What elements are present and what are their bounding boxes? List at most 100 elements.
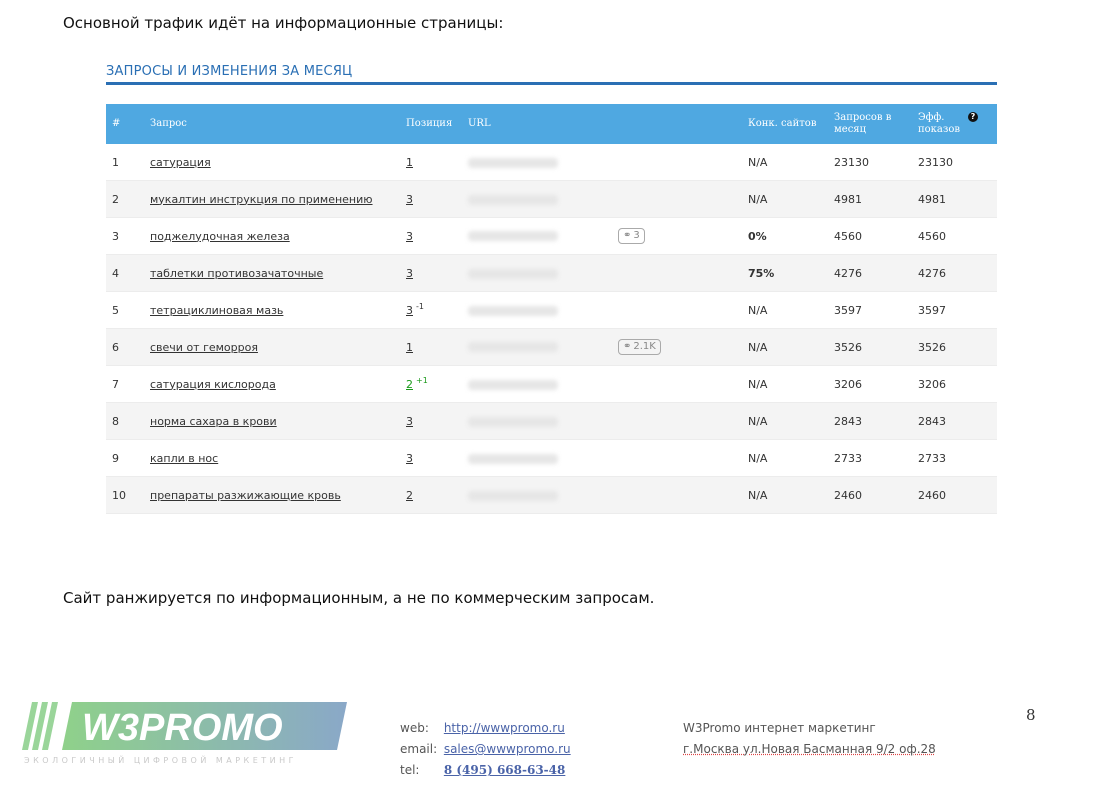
email-line: email: sales@wwwpromo.ru — [400, 739, 571, 760]
url-redacted — [468, 416, 558, 427]
logo-wordmark: W3PROMO — [82, 707, 283, 749]
position-cell: 3 — [400, 180, 462, 218]
query-link[interactable]: мукалтин инструкция по применению — [150, 193, 373, 206]
query-link[interactable]: сатурация кислорода — [150, 378, 276, 391]
requests-cell: 4560 — [828, 217, 912, 255]
impressions-cell: 2460 — [912, 476, 997, 514]
position-link[interactable]: 3 — [406, 267, 413, 280]
table-row: 9 капли в нос 3 N/A 2733 2733 — [106, 439, 997, 477]
links-badge[interactable]: ⚭ 2.1K — [618, 339, 661, 355]
col-header-position[interactable]: Позиция — [400, 104, 462, 144]
position-link[interactable]: 3 — [406, 452, 413, 465]
page-number: 8 — [1026, 706, 1036, 724]
competitors-cell: N/A — [742, 365, 828, 403]
query-link[interactable]: сатурация — [150, 156, 211, 169]
links-count: 3 — [633, 230, 640, 241]
email-link[interactable]: sales@wwwpromo.ru — [444, 742, 571, 756]
col-header-impressions-label: Эфф. показов — [918, 112, 961, 135]
query-link[interactable]: поджелудочная железа — [150, 230, 290, 243]
query-link[interactable]: капли в нос — [150, 452, 218, 465]
requests-cell: 2460 — [828, 476, 912, 514]
url-cell — [462, 402, 742, 440]
position-cell: 1 — [400, 144, 462, 181]
url-redacted — [468, 379, 558, 390]
table-row: 5 тетрациклиновая мазь 3 -1 N/A 3597 3597 — [106, 291, 997, 329]
position-link[interactable]: 2 — [406, 489, 413, 502]
query-link[interactable]: свечи от геморроя — [150, 341, 258, 354]
row-num: 2 — [106, 180, 144, 218]
col-header-num[interactable]: # — [106, 104, 144, 144]
url-cell: ⚭ 2.1K — [462, 328, 742, 366]
query-link[interactable]: препараты разжижающие кровь — [150, 489, 341, 502]
col-header-requests[interactable]: Запросов в месяц — [828, 104, 912, 144]
table-row: 1 сатурация 1 N/A 23130 23130 — [106, 144, 997, 181]
table-row: 8 норма сахара в крови 3 N/A 2843 2843 — [106, 402, 997, 440]
query-cell: сатурация — [144, 144, 400, 181]
query-cell: сатурация кислорода — [144, 365, 400, 403]
position-link[interactable]: 2 — [406, 378, 413, 391]
query-cell: поджелудочная железа — [144, 217, 400, 255]
row-num: 4 — [106, 254, 144, 292]
table-row: 10 препараты разжижающие кровь 2 N/A 2460 246… — [106, 476, 997, 514]
position-cell: 2 +1 — [400, 365, 462, 403]
position-link[interactable]: 3 — [406, 230, 413, 243]
query-cell: мукалтин инструкция по применению — [144, 180, 400, 218]
col-header-url[interactable]: URL — [462, 104, 742, 144]
col-header-impressions[interactable]: Эфф. показов? — [912, 104, 997, 144]
competitors-cell: N/A — [742, 144, 828, 181]
intro-text: Основной трафик идёт на информационные с… — [63, 14, 504, 32]
position-link[interactable]: 1 — [406, 341, 413, 354]
links-badge[interactable]: ⚭ 3 — [618, 228, 645, 244]
logo-tagline: ЭКОЛОГИЧНЫЙ ЦИФРОВОЙ МАРКЕТИНГ — [24, 756, 298, 765]
competitors-cell: N/A — [742, 402, 828, 440]
links-count: 2.1K — [633, 341, 656, 352]
url-cell — [462, 476, 742, 514]
requests-cell: 4276 — [828, 254, 912, 292]
competitors-cell: 0% — [742, 217, 828, 255]
section-title: ЗАПРОСЫ И ИЗМЕНЕНИЯ ЗА МЕСЯЦ — [106, 64, 353, 79]
position-link[interactable]: 1 — [406, 156, 413, 169]
col-header-query[interactable]: Запрос — [144, 104, 400, 144]
position-cell: 2 — [400, 476, 462, 514]
url-cell — [462, 365, 742, 403]
query-cell: препараты разжижающие кровь — [144, 476, 400, 514]
web-link[interactable]: http://wwwpromo.ru — [444, 721, 565, 735]
impressions-cell: 3597 — [912, 291, 997, 329]
row-num: 7 — [106, 365, 144, 403]
url-redacted — [468, 157, 558, 168]
table-row: 7 сатурация кислорода 2 +1 N/A 3206 3206 — [106, 365, 997, 403]
link-chain-icon: ⚭ — [623, 230, 632, 241]
tel-line: tel: 8 (495) 668-63-48 — [400, 760, 571, 781]
table-header-row: # Запрос Позиция URL Конк. сайтов Запрос… — [106, 104, 997, 144]
competitors-cell: N/A — [742, 476, 828, 514]
query-link[interactable]: тетрациклиновая мазь — [150, 304, 283, 317]
position-link[interactable]: 3 — [406, 304, 413, 317]
table-row: 4 таблетки противозачаточные 3 75% 4276 4276 — [106, 254, 997, 292]
url-redacted — [468, 231, 558, 241]
queries-table: # Запрос Позиция URL Конк. сайтов Запрос… — [106, 104, 997, 514]
company-name: W3Promo интернет маркетинг — [683, 721, 876, 735]
position-cell: 1 — [400, 328, 462, 366]
phone-link[interactable]: 8 (495) 668-63-48 — [444, 763, 566, 777]
impressions-cell: 4981 — [912, 180, 997, 218]
web-line: web: http://wwwpromo.ru — [400, 718, 571, 739]
url-cell — [462, 254, 742, 292]
query-link[interactable]: норма сахара в крови — [150, 415, 277, 428]
position-link[interactable]: 3 — [406, 415, 413, 428]
contact-block: web: http://wwwpromo.ru email: sales@www… — [400, 718, 571, 781]
col-header-competitors[interactable]: Конк. сайтов — [742, 104, 828, 144]
row-num: 8 — [106, 402, 144, 440]
competitors-cell: N/A — [742, 180, 828, 218]
impressions-cell: 3206 — [912, 365, 997, 403]
url-cell — [462, 291, 742, 329]
row-num: 1 — [106, 144, 144, 181]
query-cell: капли в нос — [144, 439, 400, 477]
url-redacted — [468, 268, 558, 279]
position-link[interactable]: 3 — [406, 193, 413, 206]
company-address: г.Москва ул.Новая Басманная 9/2 оф.28 — [683, 742, 936, 756]
help-icon[interactable]: ? — [968, 112, 978, 122]
table-row: 2 мукалтин инструкция по применению 3 N/A 49… — [106, 180, 997, 218]
url-cell — [462, 439, 742, 477]
competitors-cell: 75% — [742, 254, 828, 292]
query-link[interactable]: таблетки противозачаточные — [150, 267, 323, 280]
